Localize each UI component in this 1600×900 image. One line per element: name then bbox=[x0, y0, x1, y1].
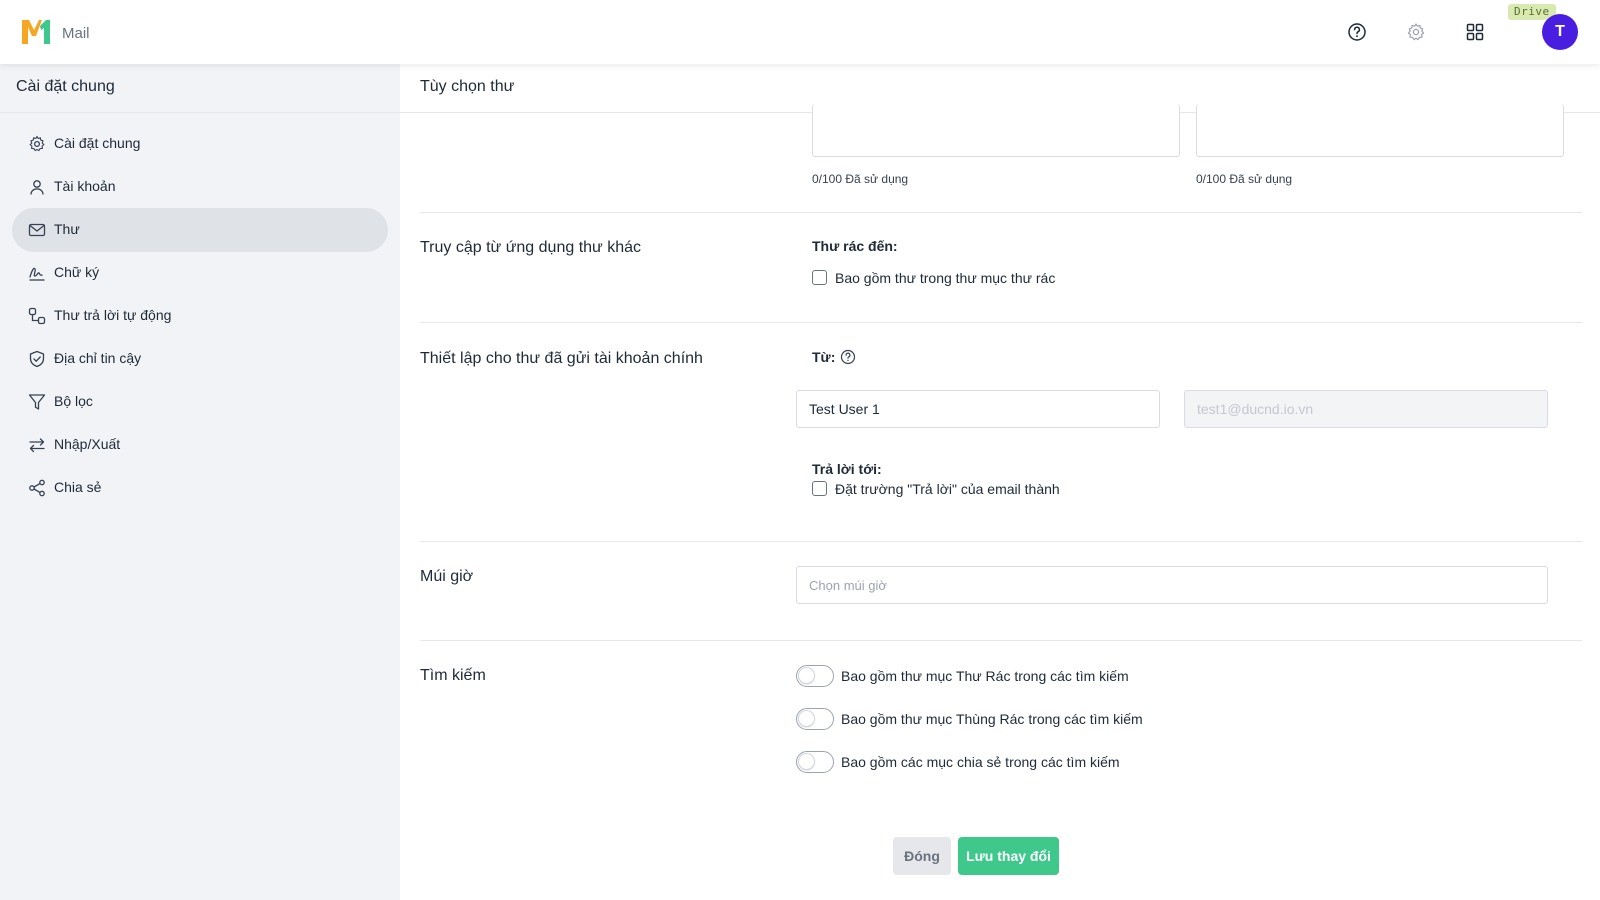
filter-icon bbox=[28, 394, 46, 410]
from-help-icon[interactable] bbox=[840, 349, 856, 365]
help-icon[interactable] bbox=[1347, 22, 1367, 42]
sidebar-divider bbox=[0, 112, 400, 113]
include-spam-label: Bao gồm thư trong thư mục thư rác bbox=[835, 270, 1056, 286]
save-changes-button[interactable]: Lưu thay đổi bbox=[958, 837, 1059, 875]
sidebar-item-label: Chữ ký bbox=[54, 264, 100, 280]
section-divider bbox=[420, 640, 1582, 641]
shield-icon bbox=[29, 350, 45, 368]
sidebar-item-account[interactable]: Tài khoản bbox=[12, 165, 388, 209]
mail-icon bbox=[28, 223, 46, 237]
toggle-include-shared-label: Bao gồm các mục chia sẻ trong các tìm ki… bbox=[841, 754, 1120, 770]
sidebar-item-label: Nhập/Xuất bbox=[54, 436, 121, 452]
gear-icon bbox=[29, 135, 45, 152]
sidebar-item-label: Tài khoản bbox=[54, 178, 116, 194]
top-header: Mail Drive T bbox=[0, 0, 1600, 64]
sidebar-item-trusted-addresses[interactable]: Địa chỉ tin cậy bbox=[12, 337, 388, 381]
sidebar-item-label: Thư trả lời tự động bbox=[54, 307, 172, 323]
access-section-label: Truy cập từ ứng dụng thư khác bbox=[420, 239, 641, 256]
include-spam-checkbox[interactable] bbox=[812, 270, 827, 285]
import-export-icon bbox=[29, 438, 45, 453]
sidebar-item-label: Cài đặt chung bbox=[54, 135, 141, 151]
toggle-include-shared[interactable] bbox=[796, 751, 834, 773]
sidebar-item-sharing[interactable]: Chia sẻ bbox=[12, 466, 388, 510]
sidebar-item-signature[interactable]: Chữ ký bbox=[12, 251, 388, 295]
section-divider bbox=[420, 541, 1582, 542]
toggle-include-trash[interactable] bbox=[796, 708, 834, 730]
toggle-include-trash-label: Bao gồm thư mục Thùng Rác trong các tìm … bbox=[841, 711, 1143, 727]
auto-reply-icon bbox=[28, 307, 46, 325]
toggle-knob bbox=[799, 668, 814, 683]
sidebar-item-import-export[interactable]: Nhập/Xuất bbox=[12, 423, 388, 467]
settings-sidebar: Cài đặt chung Cài đặt chung Tài khoản Th… bbox=[0, 64, 400, 900]
apps-grid-icon[interactable] bbox=[1465, 22, 1485, 42]
sidebar-item-mail[interactable]: Thư bbox=[12, 208, 388, 252]
close-button[interactable]: Đóng bbox=[893, 837, 951, 875]
sidebar-item-label: Chia sẻ bbox=[54, 479, 102, 495]
signature-icon bbox=[29, 267, 45, 281]
usage-counter-left: 0/100 Đã sử dụng bbox=[812, 172, 909, 186]
reply-to-label: Đặt trường "Trả lời" của email thành bbox=[835, 481, 1060, 497]
from-label: Từ: bbox=[812, 349, 836, 365]
timezone-label: Múi giờ bbox=[420, 568, 474, 585]
user-avatar[interactable]: T bbox=[1542, 14, 1578, 50]
share-icon bbox=[29, 479, 45, 497]
from-name-input[interactable]: Test User 1 bbox=[796, 390, 1160, 428]
settings-gear-icon[interactable] bbox=[1406, 22, 1426, 42]
sidebar-item-label: Địa chỉ tin cậy bbox=[54, 350, 142, 366]
textarea-right[interactable] bbox=[1196, 104, 1564, 157]
user-icon bbox=[30, 180, 44, 195]
reply-to-heading: Trả lời tới: bbox=[812, 461, 882, 477]
sidebar-item-label: Bộ lọc bbox=[54, 393, 93, 409]
reply-to-checkbox[interactable] bbox=[812, 481, 827, 496]
section-divider bbox=[420, 322, 1582, 323]
sidebar-title: Cài đặt chung bbox=[16, 78, 115, 95]
sidebar-item-general[interactable]: Cài đặt chung bbox=[12, 122, 388, 166]
sidebar-item-auto-reply[interactable]: Thư trả lời tự động bbox=[12, 294, 388, 338]
sent-settings-label: Thiết lập cho thư đã gửi tài khoản chính bbox=[420, 350, 703, 367]
page-title: Tùy chọn thư bbox=[420, 78, 515, 95]
sidebar-item-label: Thư bbox=[54, 221, 80, 237]
timezone-select[interactable]: Chọn múi giờ bbox=[796, 566, 1548, 604]
textarea-left[interactable] bbox=[812, 104, 1180, 157]
from-email-input: test1@ducnd.io.vn bbox=[1184, 390, 1548, 428]
toggle-knob bbox=[799, 711, 814, 726]
mail-settings-panel: Tùy chọn thư 0/100 Đã sử dụng 0/100 Đã s… bbox=[400, 64, 1600, 900]
search-section-label: Tìm kiếm bbox=[420, 667, 486, 684]
toggle-include-spam-label: Bao gồm thư mục Thư Rác trong các tìm ki… bbox=[841, 668, 1129, 684]
section-divider bbox=[420, 212, 1582, 213]
usage-counter-right: 0/100 Đã sử dụng bbox=[1196, 172, 1293, 186]
toggle-knob bbox=[799, 754, 814, 769]
spam-heading: Thư rác đến: bbox=[812, 238, 898, 254]
app-name: Mail bbox=[62, 25, 90, 42]
sidebar-item-filters[interactable]: Bộ lọc bbox=[12, 380, 388, 424]
m1-logo-icon[interactable] bbox=[20, 16, 52, 46]
toggle-include-spam[interactable] bbox=[796, 665, 834, 687]
